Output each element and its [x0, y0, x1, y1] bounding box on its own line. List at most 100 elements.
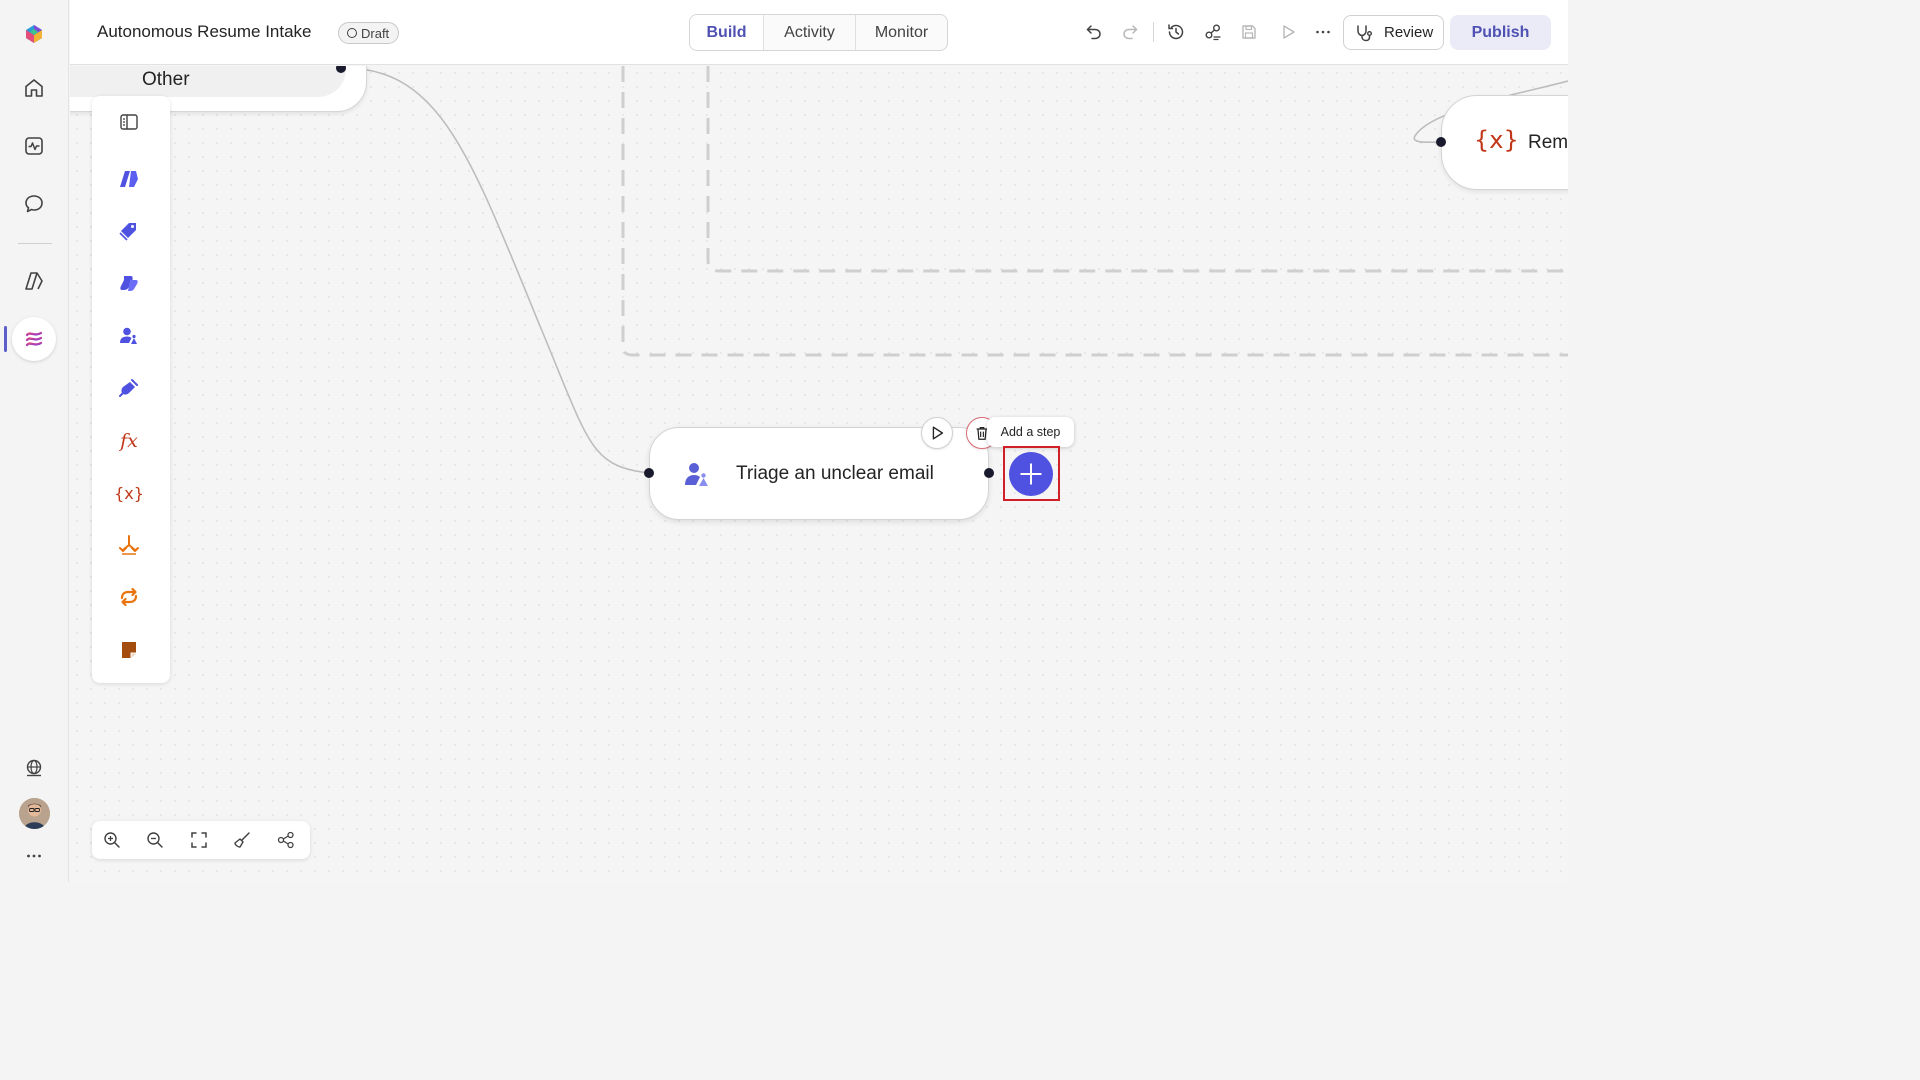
toggle-panel-icon: [120, 114, 138, 130]
add-step-tooltip: Add a step: [987, 417, 1074, 447]
human-review-icon: [120, 327, 137, 344]
toolbox-human-review[interactable]: [116, 323, 142, 349]
header-divider: [1153, 22, 1154, 42]
input-port[interactable]: [1436, 137, 1446, 147]
toolbox-tag[interactable]: [116, 218, 142, 244]
tidy-icon: [234, 832, 250, 848]
power-automate-button[interactable]: [12, 259, 56, 303]
variable-node-label: Rem: [1528, 132, 1568, 153]
branch-node-inner: [70, 66, 346, 97]
group-frame-outer: [621, 66, 1568, 357]
connector-icon: [119, 379, 138, 397]
connector-other-to-triage: [340, 67, 650, 474]
toolbox-condition[interactable]: [116, 532, 142, 558]
status-badge-label: Draft: [361, 25, 390, 41]
connections-button[interactable]: [1201, 20, 1225, 44]
output-port[interactable]: [984, 468, 994, 478]
undo-button[interactable]: [1082, 20, 1106, 44]
add-step-button[interactable]: [1009, 452, 1053, 496]
redo-icon: [1123, 25, 1138, 40]
chat-button[interactable]: [12, 182, 56, 226]
review-button-label: Review: [1384, 24, 1434, 41]
more-button[interactable]: [12, 834, 56, 878]
zoom-out-button[interactable]: [145, 830, 165, 850]
tab-monitor[interactable]: Monitor: [855, 15, 947, 50]
history-button[interactable]: [1164, 20, 1188, 44]
tab-build[interactable]: Build: [690, 15, 763, 50]
globe-icon: [26, 759, 42, 777]
publish-button[interactable]: Publish: [1450, 15, 1551, 50]
avatar[interactable]: [19, 798, 50, 829]
copilot-action-icon: [120, 276, 138, 291]
zoom-in-icon: [104, 832, 120, 848]
zoom-in-button[interactable]: [102, 830, 122, 850]
toolbox-formula[interactable]: fx: [116, 428, 142, 454]
review-button[interactable]: Review: [1343, 15, 1444, 50]
app-logo[interactable]: [12, 12, 56, 56]
environment-button[interactable]: [12, 746, 56, 790]
power-automate-icon: [25, 272, 43, 290]
more-icon: [27, 854, 41, 858]
zoom-out-icon: [147, 832, 163, 848]
toolbox-sticky-note[interactable]: [116, 637, 142, 663]
toolbox-connector[interactable]: [116, 375, 142, 401]
play-icon: [932, 426, 944, 440]
workflow-button[interactable]: [12, 317, 56, 361]
tidy-up-button[interactable]: [232, 830, 252, 850]
variable-node-rem[interactable]: {x} Rem: [1441, 95, 1568, 190]
run-button[interactable]: [1276, 20, 1300, 44]
home-button[interactable]: [12, 66, 56, 110]
toolbox-copilot-action[interactable]: [116, 270, 142, 296]
condition-icon: [119, 535, 139, 555]
top-header: Autonomous Resume Intake Draft Build Act…: [70, 0, 1568, 65]
view-tabs: Build Activity Monitor: [689, 14, 948, 51]
loop-icon: [120, 587, 138, 607]
save-icon: [1242, 25, 1256, 39]
undo-icon: [1086, 25, 1101, 40]
automate-action-icon: [120, 171, 138, 187]
more-actions-button[interactable]: [1311, 20, 1335, 44]
fit-view-button[interactable]: [189, 830, 209, 850]
page-title: Autonomous Resume Intake: [97, 22, 312, 41]
action-node-label: Triage an unclear email: [736, 463, 934, 484]
tag-icon: [119, 223, 136, 241]
history-icon: [1168, 24, 1184, 40]
variable-icon: {x}: [1474, 126, 1519, 154]
save-button[interactable]: [1237, 20, 1261, 44]
tab-activity[interactable]: Activity: [763, 15, 855, 50]
rail-divider: [18, 243, 52, 244]
user-avatar-image: [19, 798, 50, 829]
rail-active-indicator: [4, 326, 7, 352]
workflow-icon: [25, 331, 43, 347]
toolbox-variable[interactable]: {x}: [112, 480, 146, 506]
human-review-icon: [685, 463, 708, 486]
layout-icon: [277, 831, 294, 849]
chat-icon: [25, 195, 43, 213]
toggle-panel-button[interactable]: [116, 109, 142, 135]
sticky-note-icon: [122, 642, 136, 658]
toolbox-automate-action[interactable]: [116, 166, 142, 192]
plus-icon: [1020, 463, 1042, 485]
draft-status-icon: [347, 28, 357, 38]
run-icon: [1283, 25, 1295, 39]
more-icon: [1316, 30, 1330, 34]
left-rail: [0, 0, 69, 882]
home-icon: [25, 79, 43, 97]
activity-icon: [25, 137, 43, 155]
layout-button[interactable]: [276, 830, 296, 850]
status-badge: Draft: [338, 22, 400, 44]
activity-button[interactable]: [12, 124, 56, 168]
fit-view-icon: [191, 832, 207, 848]
zoom-controls: [92, 821, 310, 859]
toolbox-loop[interactable]: [116, 584, 142, 610]
connections-icon: [1205, 24, 1221, 41]
test-step-button[interactable]: [921, 417, 953, 449]
group-frame-inner: [706, 66, 1568, 273]
workflow-canvas[interactable]: Other fx {x} Triage an unclear email Add…: [70, 66, 1568, 882]
node-toolbox: fx {x}: [92, 96, 170, 683]
stethoscope-icon: [1357, 24, 1372, 41]
redo-button[interactable]: [1118, 20, 1142, 44]
copilot-studio-logo-icon: [26, 25, 42, 43]
input-port[interactable]: [644, 468, 654, 478]
branch-node-label: Other: [142, 69, 190, 90]
